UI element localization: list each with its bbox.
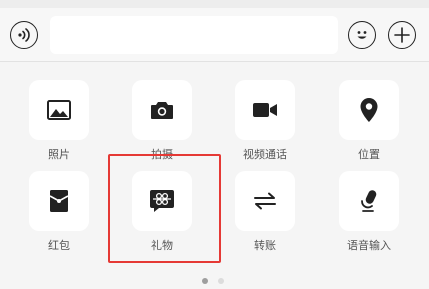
voice-input-tile[interactable] [339,171,399,231]
photo-label: 照片 [48,149,70,161]
voice-input-label: 语音输入 [347,240,391,252]
location-icon [360,98,378,122]
plus-icon [394,27,410,43]
red-packet-icon [49,190,69,212]
red-packet-tile[interactable] [29,171,89,231]
message-input[interactable] [50,16,338,54]
top-strip [0,0,429,8]
photo-icon [47,100,71,120]
photo-tile[interactable] [29,80,89,140]
page-dot-inactive[interactable] [218,278,224,284]
smiley-icon [357,31,367,39]
video-call-label: 视频通话 [243,149,287,161]
voice-toggle-button[interactable] [10,21,38,49]
location-label: 位置 [358,149,380,161]
location-tile[interactable] [339,80,399,140]
gift-icon [150,190,174,212]
emoji-button[interactable] [348,21,376,49]
chat-input-bar [0,8,429,62]
video-call-icon [253,103,277,117]
red-packet-label: 红包 [48,240,70,252]
camera-label: 拍摄 [151,149,173,161]
gift-tile[interactable] [132,171,192,231]
more-functions-button[interactable] [388,21,416,49]
transfer-icon [254,192,276,210]
camera-tile[interactable] [132,80,192,140]
transfer-tile[interactable] [235,171,295,231]
page-dot-active[interactable] [202,278,208,284]
video-call-tile[interactable] [235,80,295,140]
transfer-label: 转账 [254,240,276,252]
voice-icon [18,28,30,42]
more-functions-panel: 照片 拍摄 视频通话 位置 红包 礼物 转账 语音输入 [0,62,429,289]
voice-input-icon [361,190,377,212]
camera-icon [151,102,173,119]
gift-label: 礼物 [151,240,173,252]
